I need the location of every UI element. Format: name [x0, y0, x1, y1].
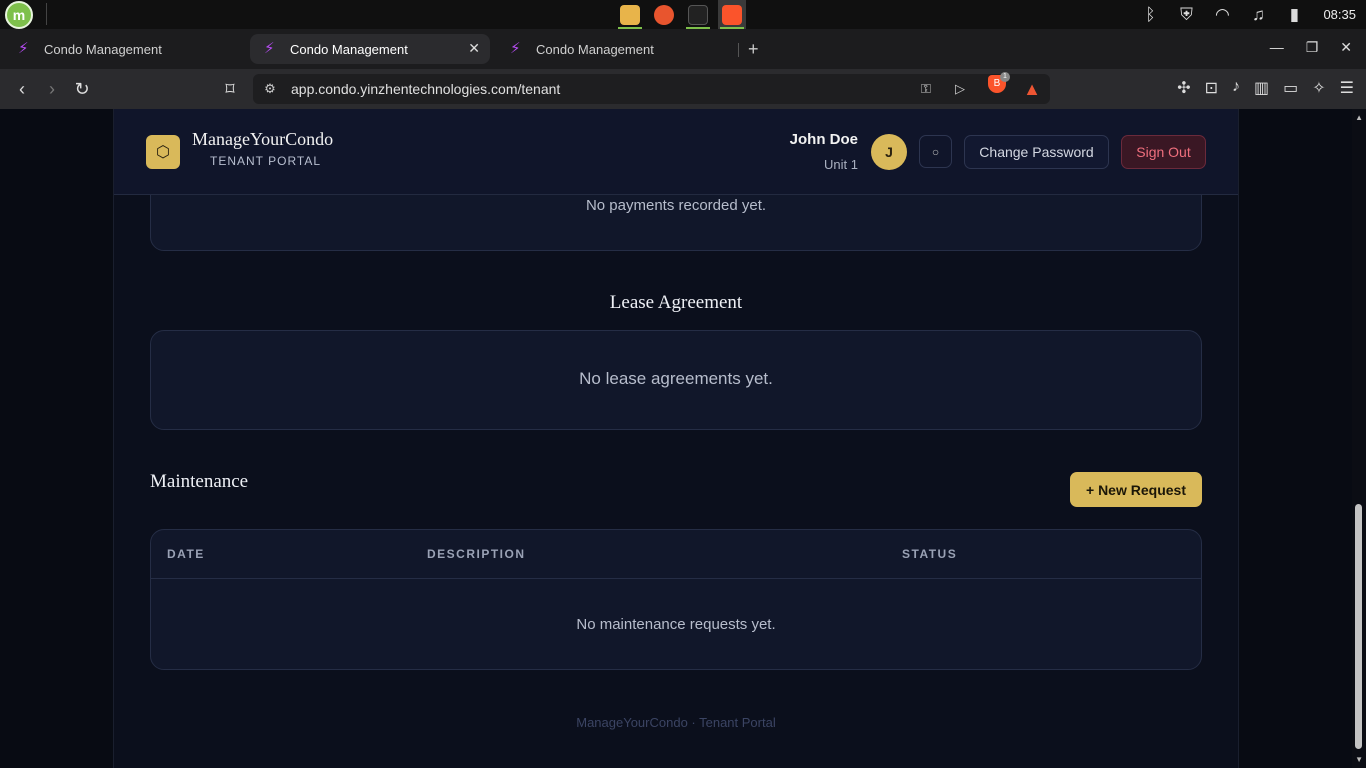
forward-icon[interactable]: ›: [40, 77, 64, 101]
lease-section-title: Lease Agreement: [609, 292, 743, 313]
page-footer: ManageYourCondo · Tenant Portal: [576, 715, 776, 730]
taskbar-divider: [46, 3, 47, 25]
table-header: DATE DESCRIPTION STATUS: [151, 530, 1201, 579]
browser-toolbar: ‹ › ↻ ⌑ ⚙ app.condo.yinzhentechnologies.…: [0, 69, 1366, 109]
system-tray: ᛒ ⛨ ◠ ♫ ▮ 08:35: [1139, 0, 1366, 29]
app-favicon-icon: ⚡: [18, 40, 29, 57]
maximize-icon[interactable]: ❐: [1306, 39, 1319, 56]
brand-subtitle: TENANT PORTAL: [210, 154, 322, 168]
scroll-thumb[interactable]: [1355, 504, 1362, 749]
media-icon[interactable]: ♪: [1232, 78, 1240, 98]
maintenance-empty-text: No maintenance requests yet.: [576, 616, 776, 633]
scroll-up-icon[interactable]: ▲: [1355, 113, 1363, 122]
tab-title: Condo Management: [536, 41, 654, 57]
bookmark-icon[interactable]: ⌑: [218, 77, 242, 101]
leo-ai-icon[interactable]: ✧: [1312, 78, 1325, 98]
brand-name: ManageYourCondo: [192, 129, 334, 149]
lease-card: No lease agreements yet.: [150, 330, 1202, 430]
tab-title: Condo Management: [44, 41, 162, 57]
url-text[interactable]: app.condo.yinzhentechnologies.com/tenant: [291, 81, 560, 97]
user-unit: Unit 1: [824, 157, 858, 172]
clock[interactable]: 08:35: [1323, 7, 1356, 22]
app-favicon-icon: ⚡: [264, 40, 275, 57]
files-app-icon[interactable]: [616, 0, 644, 29]
main-container: No payments recorded yet. Lease Agreemen…: [113, 109, 1239, 768]
address-bar[interactable]: ⚙ app.condo.yinzhentechnologies.com/tena…: [253, 74, 1050, 104]
shield-count-badge: 1: [1000, 72, 1010, 82]
shield-update-icon[interactable]: ⛨: [1175, 4, 1197, 26]
maintenance-section-title: Maintenance: [150, 471, 249, 492]
bluetooth-icon[interactable]: ᛒ: [1139, 4, 1161, 26]
browser-app-icon[interactable]: [650, 0, 678, 29]
reload-icon[interactable]: ↻: [70, 77, 94, 101]
terminal-app-icon[interactable]: [684, 0, 712, 29]
maintenance-table: DATE DESCRIPTION STATUS No maintenance r…: [150, 529, 1202, 670]
change-password-button[interactable]: Change Password: [964, 135, 1109, 169]
avatar[interactable]: J: [871, 134, 907, 170]
tab-separator: [738, 43, 739, 57]
lease-empty-text: No lease agreements yet.: [579, 369, 773, 388]
tab-strip: ⚡ Condo Management ⚡ Condo Management ✕ …: [0, 29, 1366, 69]
wallet-icon[interactable]: ▭: [1283, 78, 1298, 98]
column-description: DESCRIPTION: [427, 547, 526, 561]
tab-condo-2[interactable]: ⚡ Condo Management ✕: [250, 34, 490, 64]
new-request-button[interactable]: + New Request: [1070, 472, 1202, 507]
wifi-icon[interactable]: ◠: [1211, 4, 1233, 26]
battery-icon[interactable]: ▮: [1283, 4, 1305, 26]
column-date: DATE: [167, 547, 205, 561]
app-header: ⬡ ManageYourCondo TENANT PORTAL John Doe…: [114, 109, 1238, 195]
scroll-down-icon[interactable]: ▼: [1355, 755, 1363, 764]
mint-menu-icon[interactable]: m: [5, 1, 33, 29]
os-taskbar: m ᛒ ⛨ ◠ ♫ ▮ 08:35: [0, 0, 1366, 29]
toolbar-actions: ✣ ⊡ ♪ ▥ ▭ ✧ ☰: [1177, 78, 1354, 98]
new-tab-icon[interactable]: +: [748, 39, 759, 60]
extensions-icon[interactable]: ✣: [1177, 78, 1190, 98]
app-favicon-icon: ⚡: [510, 40, 521, 57]
tab-condo-1[interactable]: ⚡ Condo Management: [4, 34, 244, 64]
sign-out-button[interactable]: Sign Out: [1121, 135, 1206, 169]
page-viewport: No payments recorded yet. Lease Agreemen…: [0, 109, 1366, 768]
column-status: STATUS: [902, 547, 958, 561]
send-icon[interactable]: ▷: [951, 80, 969, 98]
close-tab-icon[interactable]: ✕: [468, 40, 480, 57]
site-info-icon[interactable]: ⚙: [261, 80, 279, 98]
page-scrollbar[interactable]: ▲ ▼: [1352, 109, 1366, 768]
brand-hexagon-icon: ⬡: [146, 135, 180, 169]
menu-icon[interactable]: ☰: [1340, 78, 1354, 98]
taskbar-apps: [616, 0, 746, 29]
music-icon[interactable]: ♫: [1247, 4, 1269, 26]
tab-title: Condo Management: [290, 41, 408, 57]
tab-condo-3[interactable]: ⚡ Condo Management: [496, 34, 736, 64]
window-controls: — ❐ ✕: [1270, 39, 1352, 56]
reader-icon[interactable]: ⊡: [1205, 78, 1218, 98]
brave-app-icon[interactable]: [718, 0, 746, 29]
password-key-icon[interactable]: ⚿: [917, 80, 935, 98]
payments-empty-text: No payments recorded yet.: [585, 197, 767, 214]
back-icon[interactable]: ‹: [10, 77, 34, 101]
user-name: John Doe: [789, 131, 858, 148]
theme-toggle-icon[interactable]: ○: [919, 135, 952, 168]
brave-rewards-icon[interactable]: ▲: [1020, 77, 1044, 101]
minimize-icon[interactable]: —: [1270, 39, 1284, 56]
sidebar-icon[interactable]: ▥: [1254, 78, 1269, 98]
close-window-icon[interactable]: ✕: [1340, 39, 1352, 56]
